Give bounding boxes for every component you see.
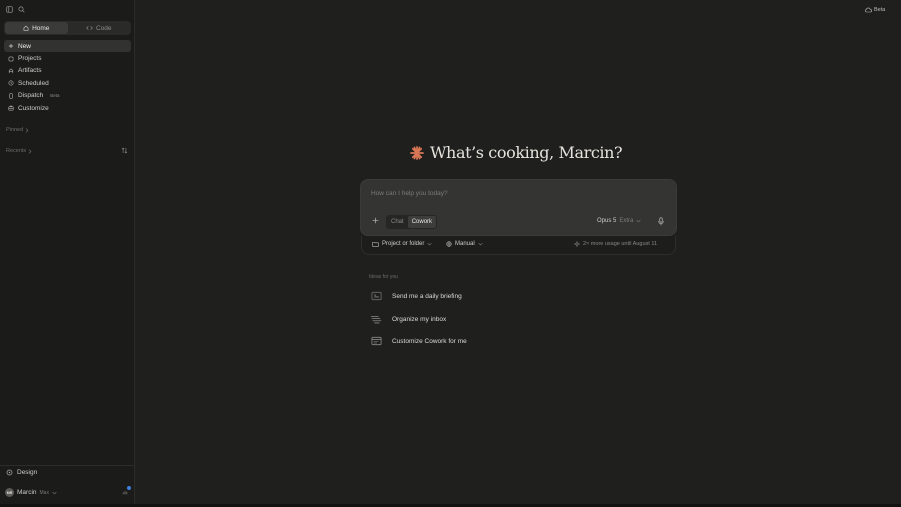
notifications-icon[interactable] bbox=[122, 489, 128, 496]
project-folder-label: Project or folder bbox=[382, 241, 425, 247]
chevron-down-icon bbox=[427, 242, 432, 246]
calendar-icon bbox=[370, 291, 382, 301]
sidebar-item-label: Projects bbox=[18, 55, 42, 63]
sidebar-item-label: Customize bbox=[18, 104, 49, 112]
model-selector[interactable]: Opus 5 Extra bbox=[597, 218, 641, 224]
model-variant: Extra bbox=[619, 218, 634, 224]
segment-code[interactable]: Code bbox=[68, 22, 131, 34]
manual-label: Manual bbox=[455, 241, 475, 247]
chevron-right-icon bbox=[28, 148, 32, 154]
segment-home[interactable]: Home bbox=[5, 22, 68, 34]
idea-label: Customize Cowork for me bbox=[392, 337, 467, 345]
sidebar-item-label: Scheduled bbox=[18, 79, 49, 87]
recents-section-header[interactable]: Recents bbox=[6, 148, 32, 154]
folder-icon bbox=[7, 56, 14, 62]
mode-toggle: Chat Cowork bbox=[386, 215, 438, 229]
plus-icon bbox=[7, 43, 14, 49]
lines-icon bbox=[370, 314, 382, 324]
cloud-icon bbox=[864, 7, 872, 13]
sidebar-item-projects[interactable]: Projects bbox=[4, 52, 131, 64]
usage-notice[interactable]: 2× more usage until August 11 bbox=[574, 241, 657, 247]
sidebar-item-scheduled[interactable]: Scheduled bbox=[4, 77, 131, 89]
segment-code-label: Code bbox=[95, 24, 112, 32]
code-icon bbox=[86, 25, 93, 31]
idea-daily-briefing[interactable]: Send me a daily briefing bbox=[370, 291, 462, 301]
avatar: MR bbox=[5, 488, 14, 497]
pinned-section-header[interactable]: Pinned bbox=[6, 127, 29, 133]
ideas-label: Ideas for you bbox=[369, 274, 398, 280]
microphone-icon[interactable] bbox=[657, 217, 665, 226]
window-icon bbox=[370, 336, 382, 346]
clock-icon bbox=[7, 80, 14, 86]
manual-selector[interactable]: Manual bbox=[446, 241, 483, 247]
sidebar-item-customize[interactable]: Customize bbox=[4, 102, 131, 114]
beta-badge: Beta bbox=[50, 93, 60, 99]
chevron-right-icon bbox=[25, 127, 29, 133]
design-button[interactable]: Design bbox=[6, 469, 37, 476]
composer[interactable]: How can I help you today? Chat Cowork Op… bbox=[360, 179, 677, 236]
chevron-down-icon bbox=[478, 242, 483, 246]
sidebar-item-dispatch[interactable]: Dispatch Beta bbox=[4, 90, 131, 102]
sidebar-divider bbox=[0, 465, 135, 466]
model-name: Opus 5 bbox=[597, 218, 617, 224]
sidebar-item-new[interactable]: New bbox=[4, 40, 131, 53]
sidebar-item-label: Artifacts bbox=[18, 67, 42, 75]
composer-input[interactable]: How can I help you today? bbox=[371, 190, 448, 197]
sidebar: Home Code New Projects Artifacts Schedul… bbox=[0, 0, 135, 507]
idea-organize-inbox[interactable]: Organize my inbox bbox=[370, 314, 446, 324]
briefcase-icon bbox=[7, 105, 14, 111]
mode-cowork-button[interactable]: Cowork bbox=[407, 216, 437, 228]
idea-customize-cowork[interactable]: Customize Cowork for me bbox=[370, 336, 467, 346]
home-code-switch: Home Code bbox=[4, 21, 131, 35]
notification-dot bbox=[127, 486, 131, 490]
greeting-text: What’s cooking, Marcin? bbox=[430, 143, 623, 162]
project-folder-selector[interactable]: Project or folder bbox=[372, 241, 432, 247]
sidebar-item-label: New bbox=[18, 42, 32, 50]
segment-home-label: Home bbox=[32, 24, 50, 32]
artifacts-icon bbox=[7, 68, 14, 74]
home-icon bbox=[23, 25, 29, 31]
usage-text: 2× more usage until August 11 bbox=[583, 241, 658, 247]
idea-label: Organize my inbox bbox=[392, 315, 447, 323]
chevron-down-icon bbox=[636, 219, 641, 223]
sidebar-nav: New Projects Artifacts Scheduled Dispatc… bbox=[4, 40, 131, 114]
idea-label: Send me a daily briefing bbox=[392, 292, 462, 300]
globe-icon bbox=[446, 241, 452, 247]
design-label: Design bbox=[17, 469, 38, 476]
greeting: What’s cooking, Marcin? bbox=[409, 143, 623, 162]
add-attachment-icon[interactable] bbox=[372, 217, 379, 226]
user-menu[interactable]: MR Marcin Max bbox=[5, 488, 57, 497]
sparkle-icon bbox=[574, 241, 580, 247]
folder-icon bbox=[372, 241, 379, 247]
chevron-down-icon bbox=[52, 491, 57, 495]
sidebar-item-artifacts[interactable]: Artifacts bbox=[4, 65, 131, 77]
pinned-label: Pinned bbox=[6, 127, 24, 133]
user-name: Marcin bbox=[17, 489, 37, 496]
phone-icon bbox=[7, 93, 14, 99]
beta-indicator[interactable]: Beta bbox=[864, 7, 885, 13]
sort-icon[interactable] bbox=[121, 147, 128, 154]
beta-label: Beta bbox=[874, 7, 886, 13]
composer-options-bar: Project or folder Manual 2× more usage u… bbox=[361, 236, 676, 255]
mode-chat-button[interactable]: Chat bbox=[387, 216, 408, 228]
spark-logo-icon bbox=[409, 145, 425, 161]
sidebar-item-label: Dispatch bbox=[18, 92, 44, 100]
search-icon[interactable] bbox=[18, 6, 25, 13]
palette-icon bbox=[6, 469, 13, 476]
sidebar-toggle-icon[interactable] bbox=[6, 6, 13, 13]
recents-label: Recents bbox=[6, 148, 27, 154]
user-plan: Max bbox=[39, 489, 49, 496]
sidebar-top-controls bbox=[6, 6, 25, 13]
